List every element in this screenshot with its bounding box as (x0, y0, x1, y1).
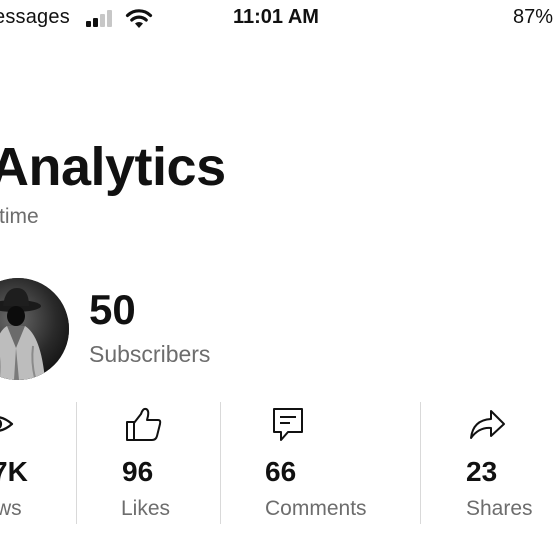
subscriber-label: Subscribers (89, 341, 211, 367)
back-to-app-label[interactable]: essages (0, 6, 70, 29)
stat-views-value: 7K (0, 456, 28, 487)
battery-percentage: 87% (513, 6, 554, 28)
stat-shares[interactable]: 23 Shares (465, 398, 560, 528)
stat-views-label: ws (0, 497, 22, 520)
avatar[interactable] (0, 278, 69, 380)
cellular-signal-icon (86, 9, 118, 27)
eye-icon (0, 416, 14, 432)
comment-icon (273, 408, 303, 441)
avatar-image (0, 278, 69, 380)
stats-row: 7K ws 96 Likes 66 Comments 23 (0, 398, 560, 528)
status-bar: essages 11:01 AM 87% (0, 0, 560, 38)
stat-comments-label: Comments (265, 497, 367, 520)
stat-likes-label: Likes (121, 497, 171, 520)
share-arrow-icon (470, 410, 505, 439)
stat-shares-label: Shares (466, 497, 533, 520)
stat-comments[interactable]: 66 Comments (265, 398, 420, 528)
subscriber-count: 50 (89, 286, 136, 333)
stat-comments-value: 66 (265, 456, 297, 487)
stat-likes[interactable]: 96 Likes (120, 398, 220, 528)
stat-views[interactable]: 7K ws (0, 398, 76, 528)
stat-likes-value: 96 (122, 456, 154, 487)
thumbs-up-icon (126, 407, 162, 441)
stat-shares-value: 23 (466, 456, 498, 487)
analytics-screen: essages 11:01 AM 87% Analytics time 50 S… (0, 0, 560, 560)
wifi-icon (125, 9, 153, 28)
status-time: 11:01 AM (233, 6, 319, 28)
page-title: Analytics (0, 137, 226, 197)
time-range-label[interactable]: time (0, 205, 39, 229)
